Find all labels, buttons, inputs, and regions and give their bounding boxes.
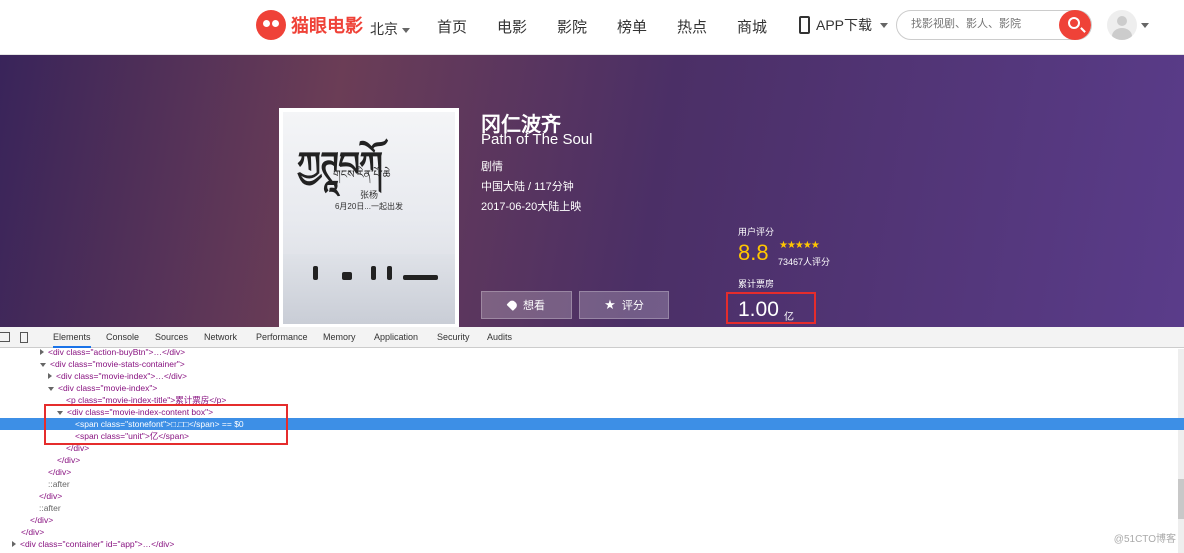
- dom-line[interactable]: <div class="action-buyBtn">…</div>: [0, 346, 1184, 358]
- dom-line[interactable]: </div>: [0, 466, 1184, 478]
- vote-count: 73467人评分: [778, 257, 831, 267]
- watermark: @51CTO博客: [1113, 534, 1176, 545]
- dom-line-text: </div>: [57, 455, 81, 465]
- maoyan-logo[interactable]: 猫眼电影: [256, 10, 363, 40]
- device-toggle-icon[interactable]: [20, 332, 28, 343]
- search-box: [896, 10, 1092, 40]
- expand-icon[interactable]: [12, 541, 16, 547]
- dom-line[interactable]: <div class="movie-stats-container">: [0, 358, 1184, 370]
- movie-poster[interactable]: ཀྱཊཱབཀོ གངས་རིན་པོ་ཆེ 张杨 6月20日...一起出发: [279, 108, 459, 328]
- rate-button[interactable]: ★ 评分: [579, 291, 669, 319]
- box-office-label: 累计票房: [738, 279, 775, 289]
- movie-banner: [0, 55, 1184, 327]
- phone-icon: [799, 16, 810, 34]
- movie-release: 2017-06-20大陆上映: [481, 201, 582, 213]
- tab-console[interactable]: Console: [106, 332, 139, 342]
- nav-home[interactable]: 首页: [437, 16, 467, 37]
- dom-line[interactable]: <div class="movie-index">…</div>: [0, 370, 1184, 382]
- dom-line-text: </div>: [21, 527, 45, 537]
- dom-line[interactable]: <div class="movie-index">: [0, 382, 1184, 394]
- avatar-chevron-down-icon[interactable]: [1141, 23, 1149, 28]
- search-input[interactable]: [911, 18, 1051, 30]
- want-button[interactable]: 想看: [481, 291, 572, 319]
- pilgrim-figure: [313, 266, 318, 280]
- pilgrim-figure: [387, 266, 392, 280]
- box-office-unit: 亿: [784, 312, 794, 323]
- dom-line-text: <div class="movie-index">…</div>: [56, 371, 187, 381]
- tab-performance[interactable]: Performance: [256, 332, 308, 342]
- city-name: 北京: [370, 21, 398, 37]
- user-score: 8.8: [738, 240, 769, 265]
- rate-label: 评分: [621, 300, 644, 312]
- nav-cinemas[interactable]: 影院: [557, 16, 587, 37]
- poster-director: 张杨: [359, 190, 378, 200]
- dom-line-text: <div class="container" id="app">…</div>: [20, 539, 175, 549]
- heart-icon: [506, 298, 519, 312]
- search-icon: [1068, 17, 1080, 29]
- cat-logo-icon: [256, 10, 286, 40]
- pilgrim-figure: [371, 266, 376, 280]
- nav-mall[interactable]: 商城: [737, 16, 767, 37]
- tab-network[interactable]: Network: [204, 332, 237, 342]
- movie-english-title: Path of The Soul: [481, 131, 593, 148]
- sled: [403, 275, 438, 280]
- devtools-tabbar: Elements Console Sources Network Perform…: [0, 327, 1184, 348]
- dom-line[interactable]: <div class="container" id="app">…</div>: [0, 538, 1184, 550]
- movie-meta: 中国大陆 / 117分钟: [481, 181, 574, 193]
- inspect-element-icon[interactable]: [0, 332, 10, 342]
- poster-image: ཀྱཊཱབཀོ གངས་རིན་པོ་ཆེ 张杨 6月20日...一起出发: [283, 112, 455, 324]
- chevron-down-icon: [880, 22, 889, 28]
- logo-text: 猫眼电影: [291, 16, 363, 36]
- tab-security[interactable]: Security: [437, 332, 470, 342]
- tab-sources[interactable]: Sources: [155, 332, 188, 342]
- dom-line-text: <div class="movie-stats-container">: [50, 359, 185, 369]
- dom-line-text: </div>: [48, 467, 72, 477]
- dom-line[interactable]: </div>: [0, 490, 1184, 502]
- chevron-down-icon: [402, 27, 410, 33]
- expand-icon[interactable]: [48, 373, 52, 379]
- nav-rankings[interactable]: 榜单: [617, 16, 647, 37]
- movie-genre: 剧情: [481, 161, 503, 173]
- avatar-head: [1117, 16, 1127, 26]
- score-label: 用户评分: [738, 227, 775, 237]
- dom-line-text: ::after: [48, 479, 70, 489]
- dom-line-text: <div class="movie-index">: [58, 383, 158, 393]
- dom-line-text: <div class="action-buyBtn">…</div>: [48, 347, 186, 357]
- nav-movies[interactable]: 电影: [497, 16, 527, 37]
- app-download-menu[interactable]: APP下载: [799, 15, 889, 35]
- expand-icon[interactable]: [40, 349, 44, 355]
- search-button[interactable]: [1059, 10, 1091, 40]
- dom-line[interactable]: ::after: [0, 478, 1184, 490]
- collapse-icon[interactable]: [48, 387, 54, 391]
- top-navigation: 猫眼电影 北京 首页 电影 影院 榜单 热点 商城 APP下载: [0, 0, 1184, 55]
- dom-line[interactable]: </div>: [0, 514, 1184, 526]
- pilgrim-figure: [342, 272, 352, 280]
- user-avatar[interactable]: [1107, 10, 1137, 40]
- dom-line[interactable]: </div>: [0, 454, 1184, 466]
- city-selector[interactable]: 北京: [370, 19, 410, 39]
- nav-hot[interactable]: 热点: [677, 16, 707, 37]
- dom-line[interactable]: ::after: [0, 502, 1184, 514]
- dom-line[interactable]: </div>: [0, 526, 1184, 538]
- poster-release-note: 6月20日...一起出发: [334, 202, 403, 211]
- dom-line-text: </div>: [39, 491, 63, 501]
- snow-ground: [283, 254, 455, 324]
- want-label: 想看: [523, 300, 545, 312]
- box-office-highlight: 1.00 亿: [726, 292, 816, 324]
- dom-line-text: ::after: [39, 503, 61, 513]
- dom-line-text: </div>: [30, 515, 54, 525]
- tab-memory[interactable]: Memory: [323, 332, 356, 342]
- tab-application[interactable]: Application: [374, 332, 418, 342]
- tab-audits[interactable]: Audits: [487, 332, 512, 342]
- avatar-body: [1112, 28, 1132, 40]
- star-icon: ★: [604, 297, 616, 312]
- box-office-value: 1.00: [738, 298, 779, 321]
- collapse-icon[interactable]: [40, 363, 46, 367]
- highlight-box: [44, 404, 288, 445]
- rating-stars: ★★★★★: [779, 240, 820, 251]
- app-download-label: APP下载: [816, 17, 873, 33]
